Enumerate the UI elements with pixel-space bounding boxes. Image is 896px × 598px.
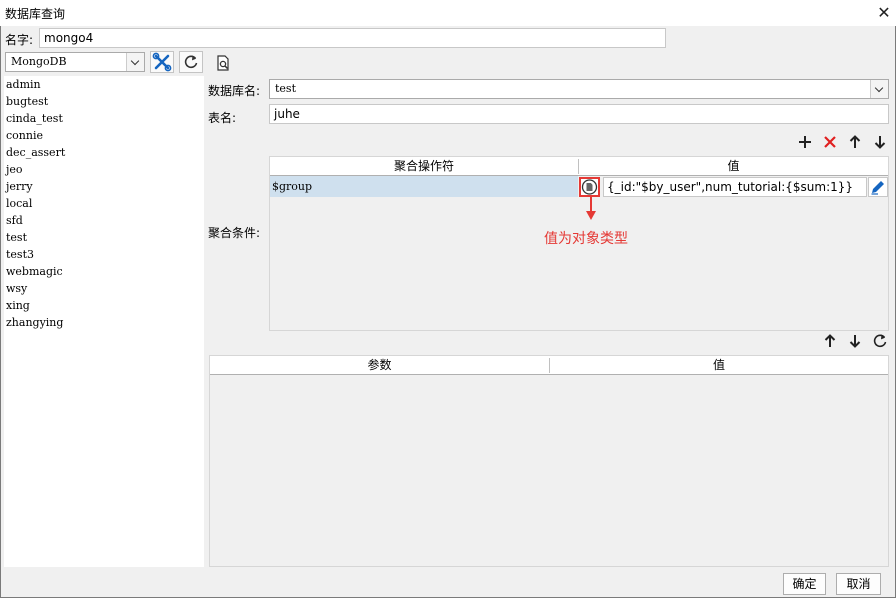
add-condition-button[interactable]	[795, 132, 815, 152]
db-name-value: test	[275, 82, 296, 95]
plus-icon	[799, 136, 811, 148]
database-list-item[interactable]: local	[6, 195, 32, 212]
preview-query-button[interactable]	[213, 53, 233, 73]
arrow-down-icon	[874, 136, 886, 149]
database-list-item[interactable]: test3	[6, 246, 34, 263]
database-list-item[interactable]: connie	[6, 127, 43, 144]
database-list: admin bugtest cinda_test connie dec_assert je…	[4, 76, 204, 567]
param-move-down-button[interactable]	[845, 331, 865, 351]
database-list-item[interactable]: jeo	[6, 161, 23, 178]
document-icon	[581, 179, 598, 195]
value-text: {_id:"$by_user",num_tutorial:{$sum:1}}	[607, 180, 854, 194]
col-header-param-value: 值	[712, 358, 725, 372]
refresh-icon	[184, 55, 198, 69]
refresh-button[interactable]	[179, 51, 203, 73]
delete-condition-button[interactable]	[820, 132, 840, 152]
window-title: 数据库查询	[5, 7, 66, 21]
annotation-arrow-icon	[586, 196, 596, 220]
database-list-item[interactable]: xing	[6, 297, 30, 314]
db-name-label: 数据库名:	[208, 84, 261, 98]
move-up-button[interactable]	[845, 132, 865, 152]
operator-cell[interactable]: $group	[270, 176, 578, 197]
title-bar: 数据库查询 ✕	[0, 0, 896, 26]
database-list-item[interactable]: sfd	[6, 212, 23, 229]
chevron-down-icon	[126, 53, 144, 71]
agg-table-header: 聚合操作符 值	[270, 157, 888, 176]
cancel-button[interactable]: 取消	[836, 573, 881, 595]
name-label: 名字:	[5, 33, 34, 47]
pencil-icon	[871, 181, 884, 195]
param-table: 参数 值	[209, 355, 889, 567]
table-row[interactable]: $group {_id:"$by_user",num_tutorial:{$su…	[270, 176, 888, 197]
database-list-item[interactable]: zhangying	[6, 314, 63, 331]
tools-icon	[152, 52, 172, 72]
col-header-param: 参数	[367, 358, 392, 372]
close-icon[interactable]: ✕	[874, 3, 894, 23]
value-input[interactable]: {_id:"$by_user",num_tutorial:{$sum:1}}	[603, 177, 867, 197]
database-list-item[interactable]: admin	[6, 76, 41, 93]
param-table-header: 参数 值	[210, 356, 888, 375]
arrow-up-icon	[849, 135, 861, 148]
object-type-button[interactable]	[579, 177, 600, 197]
chevron-down-icon	[870, 80, 888, 98]
edit-value-button[interactable]	[868, 177, 888, 197]
delete-icon	[824, 136, 836, 148]
db-type-value: MongoDB	[11, 55, 67, 68]
annotation-text: 值为对象类型	[544, 231, 628, 247]
agg-condition-label: 聚合条件:	[208, 226, 261, 240]
database-list-item[interactable]: dec_assert	[6, 144, 65, 161]
arrow-up-icon	[824, 334, 836, 347]
ok-button[interactable]: 确定	[783, 573, 826, 595]
table-name-input[interactable]: juhe	[269, 104, 889, 124]
move-down-button[interactable]	[870, 132, 890, 152]
table-name-value: juhe	[274, 107, 300, 121]
document-search-icon	[217, 55, 229, 71]
param-move-up-button[interactable]	[820, 331, 840, 351]
database-list-item[interactable]: bugtest	[6, 93, 48, 110]
name-input[interactable]: mongo4	[39, 28, 666, 48]
database-list-item[interactable]: cinda_test	[6, 110, 63, 127]
name-input-value: mongo4	[44, 31, 94, 45]
database-list-item[interactable]: webmagic	[6, 263, 63, 280]
col-header-operator: 聚合操作符	[393, 159, 454, 173]
db-type-select[interactable]: MongoDB	[5, 52, 145, 72]
arrow-down-icon	[849, 335, 861, 348]
db-name-select[interactable]: test	[269, 79, 889, 99]
table-name-label: 表名:	[208, 111, 237, 125]
database-list-item[interactable]: test	[6, 229, 27, 246]
refresh-icon	[873, 334, 887, 348]
param-refresh-button[interactable]	[870, 331, 890, 351]
connection-settings-button[interactable]	[150, 51, 174, 73]
operator-value: $group	[272, 180, 313, 193]
col-header-value: 值	[727, 159, 740, 173]
database-list-item[interactable]: jerry	[6, 178, 33, 195]
database-list-item[interactable]: wsy	[6, 280, 27, 297]
